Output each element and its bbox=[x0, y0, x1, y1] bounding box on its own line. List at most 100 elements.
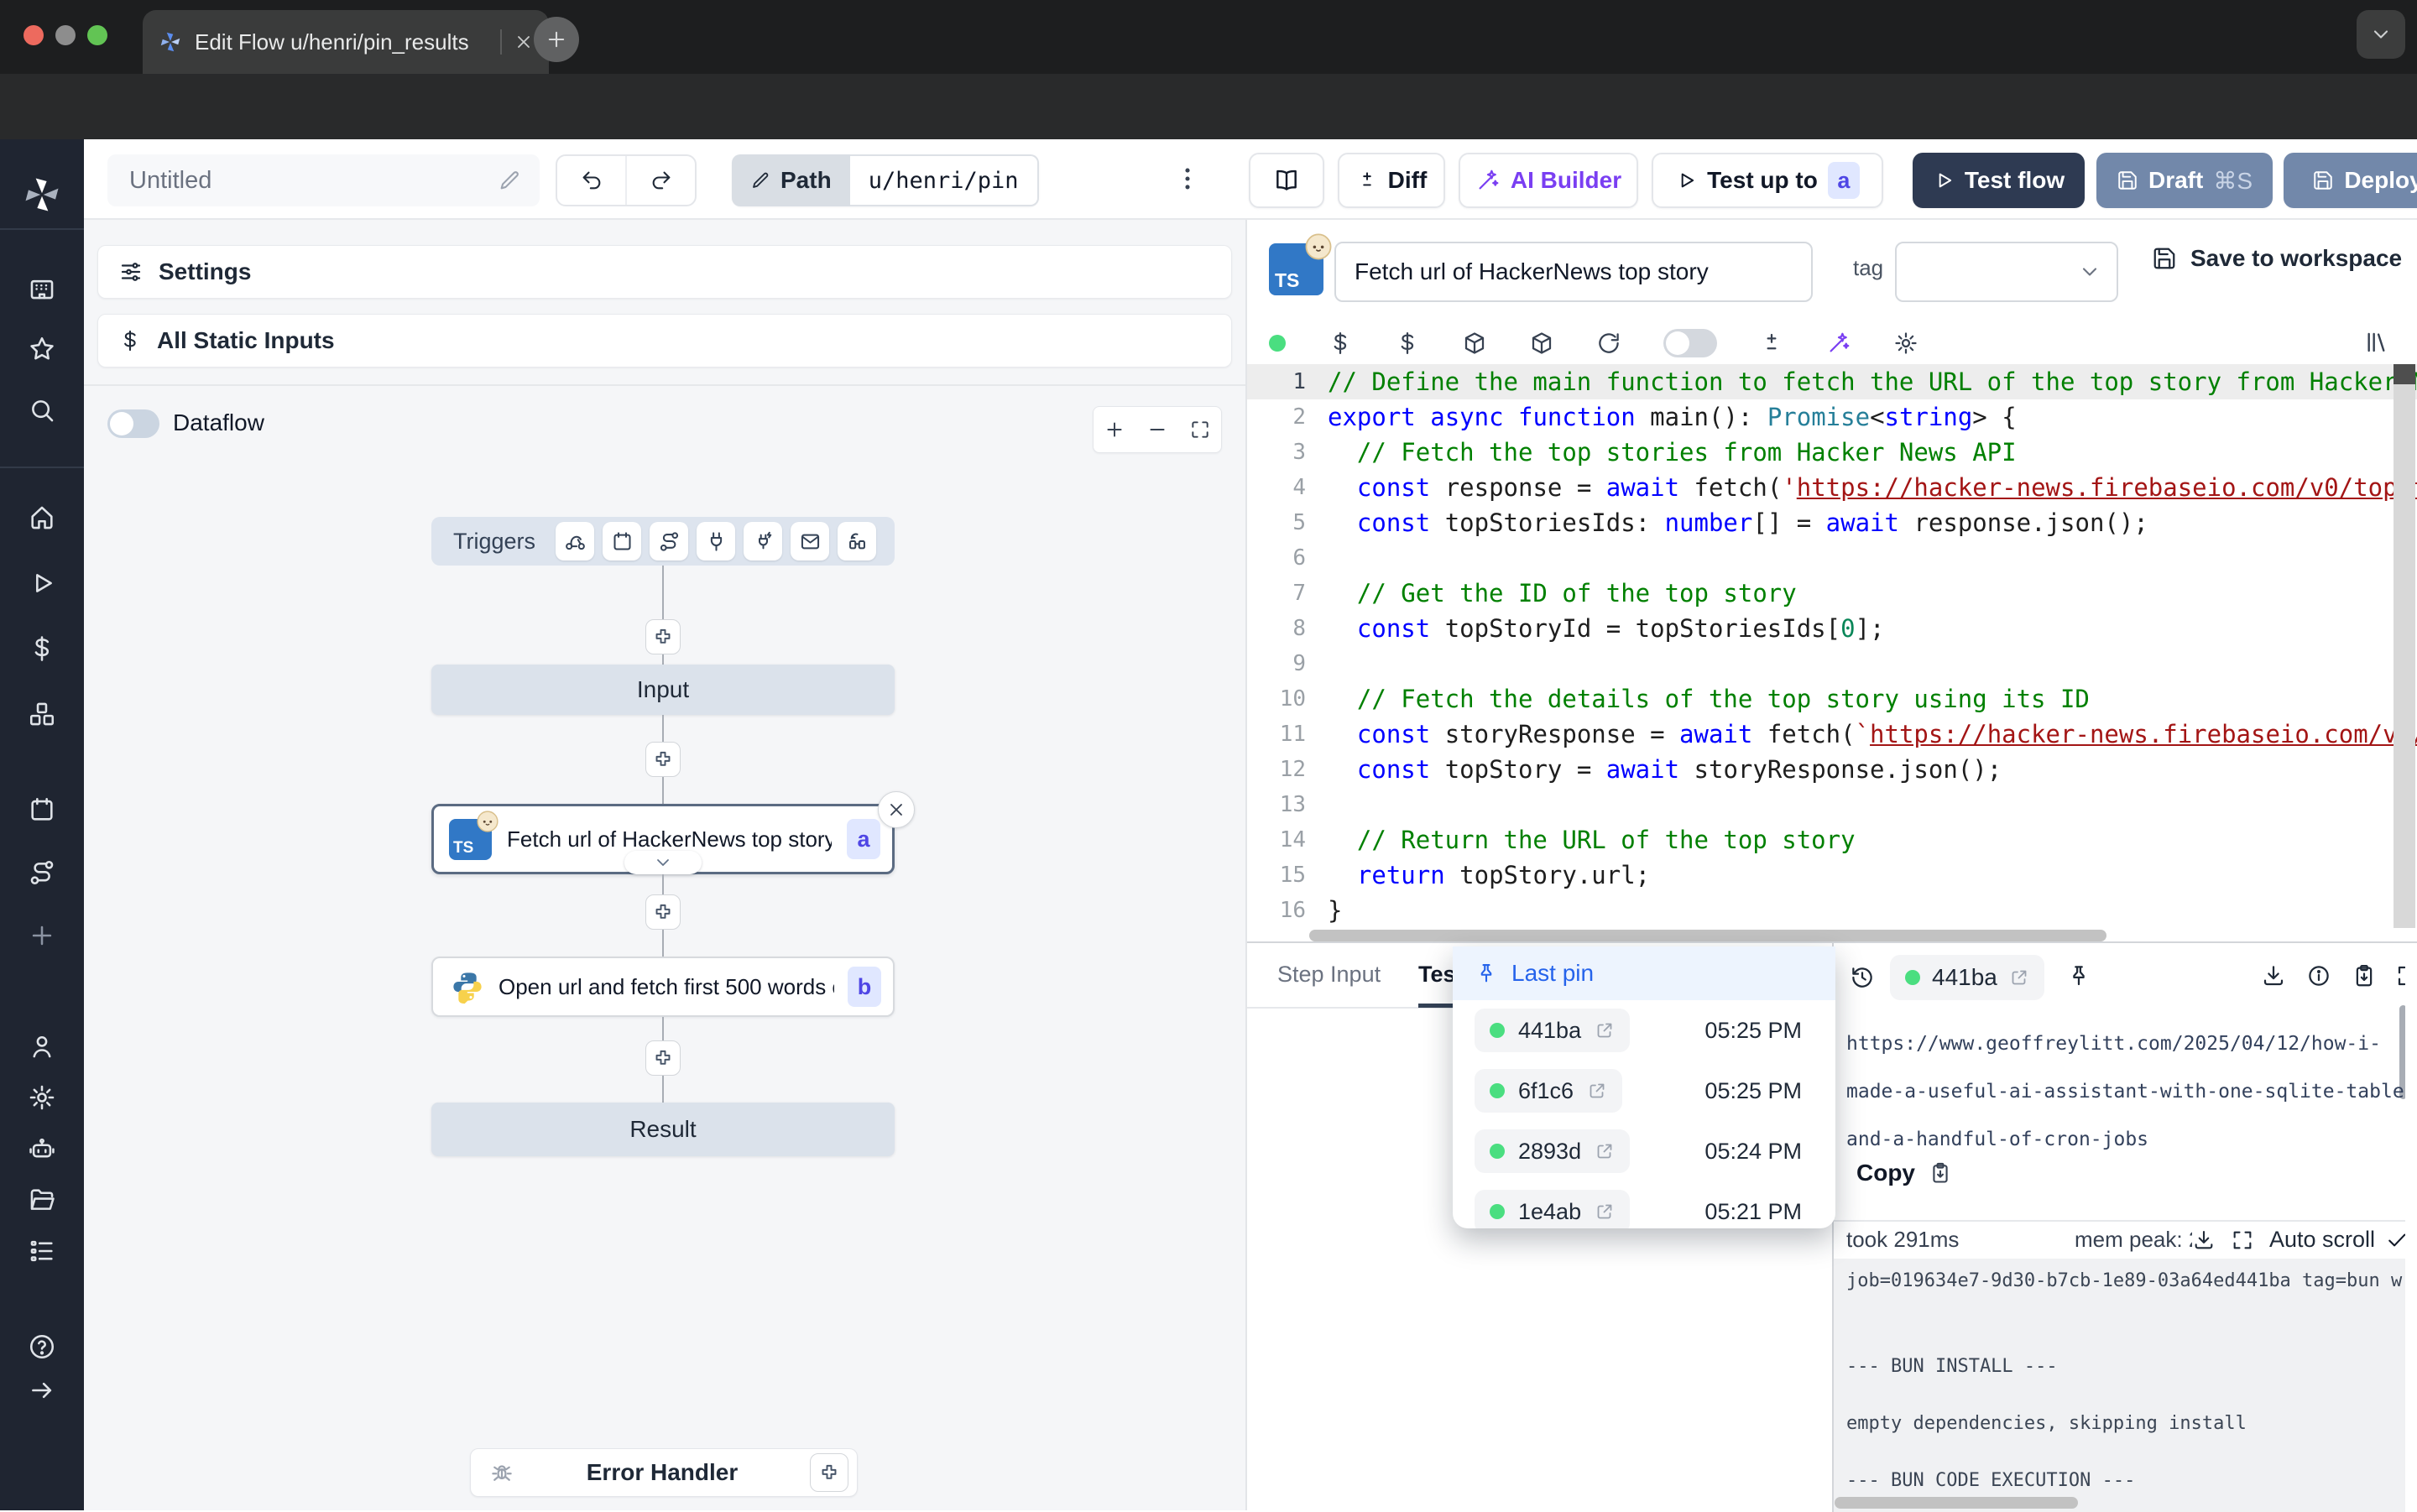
clipboard-icon[interactable] bbox=[2352, 963, 2377, 988]
pin-chip[interactable]: 6f1c6 bbox=[1475, 1069, 1622, 1113]
more-options-kebab-icon[interactable] bbox=[1173, 164, 1202, 193]
undo-button[interactable] bbox=[557, 156, 627, 205]
code-line[interactable]: 4 const response = await fetch('https://… bbox=[1247, 470, 2417, 505]
zoom-out-icon[interactable] bbox=[1146, 419, 1168, 441]
code-line[interactable]: 10 // Fetch the details of the top story… bbox=[1247, 681, 2417, 717]
maximize-icon[interactable] bbox=[2231, 1228, 2254, 1252]
plug-icon[interactable] bbox=[697, 522, 735, 560]
windmill-logo-icon[interactable] bbox=[20, 173, 64, 216]
zoom-in-icon[interactable] bbox=[1104, 419, 1125, 441]
auto-scroll-label[interactable]: Auto scroll bbox=[2269, 1227, 2375, 1253]
result-node[interactable]: Result bbox=[431, 1103, 895, 1156]
triggers-bar[interactable]: Triggers bbox=[431, 517, 895, 566]
flow-name-field[interactable]: Untitled bbox=[107, 154, 540, 206]
external-link-icon[interactable] bbox=[1595, 1020, 1615, 1040]
calendar-icon[interactable] bbox=[25, 793, 59, 826]
code-line[interactable]: 2export async function main(): Promise<s… bbox=[1247, 399, 2417, 435]
plug-zap-icon[interactable] bbox=[744, 522, 782, 560]
external-link-icon[interactable] bbox=[2009, 967, 2029, 988]
dataflow-toggle[interactable] bbox=[107, 409, 159, 438]
package-icon[interactable] bbox=[1529, 331, 1554, 356]
tag-select[interactable] bbox=[1895, 242, 2118, 302]
library-icon[interactable] bbox=[2363, 329, 2390, 356]
info-icon[interactable] bbox=[2306, 963, 2331, 988]
add-step-button[interactable] bbox=[645, 742, 681, 777]
tab-step-input[interactable]: Step Input bbox=[1277, 962, 1381, 988]
window-minimize-button[interactable] bbox=[55, 25, 76, 45]
gear-icon[interactable] bbox=[1893, 331, 1918, 356]
fit-view-icon[interactable] bbox=[1189, 419, 1211, 441]
list-icon[interactable] bbox=[25, 1234, 59, 1268]
code-line[interactable]: 16} bbox=[1247, 893, 2417, 928]
error-handler-node[interactable]: Error Handler bbox=[470, 1448, 858, 1497]
add-step-button[interactable] bbox=[645, 894, 681, 930]
package-icon[interactable] bbox=[1462, 331, 1487, 356]
save-to-workspace-button[interactable]: Save to workspace bbox=[2152, 245, 2402, 272]
result-url[interactable]: https://www.geoffreylitt.com/2025/04/12/… bbox=[1846, 1020, 2409, 1164]
external-link-icon[interactable] bbox=[1587, 1081, 1607, 1101]
arrow-right-icon[interactable] bbox=[25, 1374, 59, 1407]
plus-minus-icon[interactable] bbox=[1759, 331, 1784, 356]
remove-step-button[interactable] bbox=[878, 791, 915, 828]
code-line[interactable]: 13 bbox=[1247, 787, 2417, 822]
folder-icon[interactable] bbox=[25, 1183, 59, 1217]
code-vertical-scrollbar[interactable] bbox=[2394, 364, 2415, 928]
last-pin-header[interactable]: Last pin bbox=[1453, 946, 1835, 1000]
redo-button[interactable] bbox=[627, 156, 695, 205]
pin-menu-item[interactable]: 2893d 05:24 PM bbox=[1453, 1121, 1835, 1181]
tab-close-icon[interactable] bbox=[514, 32, 534, 52]
home-icon[interactable] bbox=[25, 501, 59, 534]
person-icon[interactable] bbox=[25, 1030, 59, 1063]
all-static-inputs-button[interactable]: All Static Inputs bbox=[97, 314, 1232, 368]
code-line[interactable]: 6 bbox=[1247, 540, 2417, 576]
diff-button[interactable]: Diff bbox=[1338, 153, 1445, 208]
code-line[interactable]: 15 return topStory.url; bbox=[1247, 858, 2417, 893]
building-icon[interactable] bbox=[25, 271, 59, 305]
add-step-button[interactable] bbox=[645, 619, 681, 654]
copy-button[interactable]: Copy bbox=[1856, 1160, 1952, 1186]
edit-name-pencil-icon[interactable] bbox=[498, 169, 521, 192]
add-step-button[interactable] bbox=[645, 1040, 681, 1076]
step-title-input[interactable]: Fetch url of HackerNews top story bbox=[1334, 242, 1813, 302]
pin-chip[interactable]: 2893d bbox=[1475, 1129, 1630, 1173]
test-up-to-button[interactable]: Test up to a bbox=[1652, 153, 1883, 208]
window-close-button[interactable] bbox=[23, 25, 44, 45]
route-icon[interactable] bbox=[650, 522, 688, 560]
history-icon[interactable] bbox=[1850, 965, 1875, 990]
code-line[interactable]: 9 bbox=[1247, 646, 2417, 681]
tab-overview-chevron-icon[interactable] bbox=[2357, 10, 2405, 59]
download-icon[interactable] bbox=[2261, 963, 2286, 988]
draft-button[interactable]: Draft ⌘S bbox=[2096, 153, 2273, 208]
log-horizontal-scrollbar[interactable] bbox=[1835, 1497, 2078, 1509]
refresh-icon[interactable] bbox=[1596, 331, 1621, 356]
pin-icon[interactable] bbox=[2066, 963, 2091, 988]
editor-toggle[interactable] bbox=[1663, 329, 1717, 357]
code-line[interactable]: 1// Define the main function to fetch th… bbox=[1247, 364, 2417, 399]
step-b-node[interactable]: Open url and fetch first 500 words of ..… bbox=[431, 957, 895, 1017]
code-line[interactable]: 8 const topStoryId = topStoriesIds[0]; bbox=[1247, 611, 2417, 646]
settings-button[interactable]: Settings bbox=[97, 245, 1232, 299]
add-error-handler-button[interactable] bbox=[810, 1453, 848, 1492]
play-icon[interactable] bbox=[25, 566, 59, 600]
gear-icon[interactable] bbox=[25, 1081, 59, 1114]
help-icon[interactable] bbox=[25, 1330, 59, 1363]
code-line[interactable]: 5 const topStoriesIds: number[] = await … bbox=[1247, 505, 2417, 540]
boxes-icon[interactable] bbox=[25, 697, 59, 731]
webhook-icon[interactable] bbox=[556, 522, 594, 560]
pin-menu-item[interactable]: 6f1c6 05:25 PM bbox=[1453, 1061, 1835, 1121]
robot-icon[interactable] bbox=[25, 1132, 59, 1165]
docs-book-button[interactable] bbox=[1249, 153, 1324, 208]
mail-icon[interactable] bbox=[791, 522, 829, 560]
pin-menu-item[interactable]: 1e4ab 05:21 PM bbox=[1453, 1181, 1835, 1228]
result-job-badge[interactable]: 441ba bbox=[1890, 955, 2044, 1000]
code-horizontal-scrollbar[interactable] bbox=[1309, 930, 2106, 941]
test-flow-button[interactable]: Test flow bbox=[1913, 153, 2085, 208]
wand-icon[interactable] bbox=[1826, 331, 1851, 356]
dollar-icon[interactable] bbox=[25, 632, 59, 665]
ai-builder-button[interactable]: AI Builder bbox=[1459, 153, 1638, 208]
log-output[interactable]: job=019634e7-9d30-b7cb-1e89-03a64ed441ba… bbox=[1834, 1259, 2405, 1512]
pin-chip[interactable]: 441ba bbox=[1475, 1009, 1630, 1052]
pin-chip[interactable]: 1e4ab bbox=[1475, 1190, 1630, 1228]
plus-icon[interactable] bbox=[25, 919, 59, 952]
expand-step-chevron[interactable] bbox=[624, 851, 702, 874]
